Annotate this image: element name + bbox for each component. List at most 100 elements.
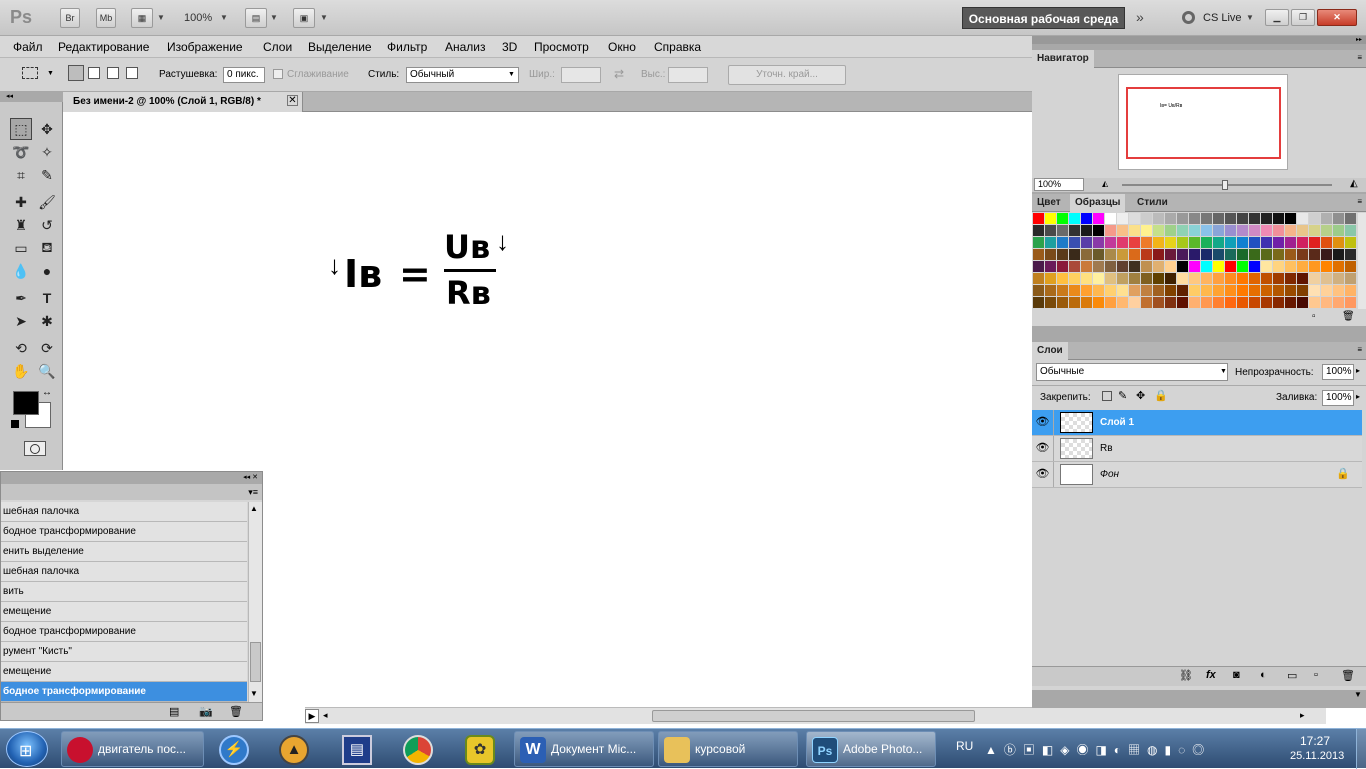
- chevron-right-icon[interactable]: ▸: [1356, 392, 1360, 401]
- close-icon[interactable]: ✕: [287, 95, 298, 106]
- scroll-down-icon[interactable]: ▼: [1350, 690, 1366, 706]
- swatch[interactable]: [1213, 273, 1224, 284]
- swatch[interactable]: [1093, 225, 1104, 236]
- swatch[interactable]: [1177, 285, 1188, 296]
- move-icon[interactable]: ✥: [36, 118, 58, 140]
- width-input[interactable]: [561, 67, 601, 83]
- zoom-slider-thumb[interactable]: [1222, 180, 1228, 190]
- swatch[interactable]: [1213, 225, 1224, 236]
- aimp-icon[interactable]: ▲: [279, 735, 309, 765]
- chevron-down-icon[interactable]: ▼: [157, 13, 165, 22]
- clock-time[interactable]: 17:27: [1300, 734, 1330, 748]
- menu-image[interactable]: Изображение: [167, 36, 243, 58]
- swatch[interactable]: [1225, 297, 1236, 308]
- swatch[interactable]: [1189, 249, 1200, 260]
- swatch[interactable]: [1345, 213, 1356, 224]
- swatch[interactable]: [1213, 261, 1224, 272]
- tab-layers[interactable]: Слои: [1032, 342, 1068, 360]
- swatch[interactable]: [1141, 213, 1152, 224]
- swatch[interactable]: [1129, 213, 1140, 224]
- extras-icon[interactable]: ▦: [131, 8, 153, 28]
- arrange-icon[interactable]: ▤: [245, 8, 267, 28]
- swatch[interactable]: [1285, 261, 1296, 272]
- blend-mode-select[interactable]: Обычные: [1036, 363, 1228, 381]
- type-icon[interactable]: T: [36, 287, 58, 309]
- swatch[interactable]: [1081, 297, 1092, 308]
- tray-icons[interactable]: ▲ⓑ▣◧◈◉◨◐▦◍▮◌◎: [985, 741, 1211, 758]
- layer-name[interactable]: Слой 1: [1100, 417, 1134, 428]
- swatch[interactable]: [1201, 285, 1212, 296]
- foreground-color-swatch[interactable]: [13, 391, 39, 415]
- swatch[interactable]: [1321, 273, 1332, 284]
- swatch[interactable]: [1177, 237, 1188, 248]
- swatch[interactable]: [1225, 237, 1236, 248]
- swatch[interactable]: [1345, 285, 1356, 296]
- swatch[interactable]: [1261, 249, 1272, 260]
- swatch[interactable]: [1033, 273, 1044, 284]
- swatch[interactable]: [1069, 225, 1080, 236]
- adjustment-icon[interactable]: ◐: [1260, 669, 1267, 681]
- swatch[interactable]: [1249, 261, 1260, 272]
- taskbar-item[interactable]: курсовой: [658, 731, 798, 767]
- layer-row[interactable]: 👁 Rв: [1032, 436, 1362, 462]
- swatch[interactable]: [1165, 249, 1176, 260]
- swatch[interactable]: [1165, 225, 1176, 236]
- swatch[interactable]: [1297, 261, 1308, 272]
- screen-mode-icon[interactable]: ▣: [293, 8, 315, 28]
- zoom-level[interactable]: 100%: [184, 12, 212, 24]
- icq-icon[interactable]: ✿: [465, 735, 495, 765]
- swatch[interactable]: [1153, 261, 1164, 272]
- swatch[interactable]: [1069, 213, 1080, 224]
- swatch[interactable]: [1057, 297, 1068, 308]
- start-button[interactable]: ⊞: [6, 731, 48, 767]
- swatch[interactable]: [1189, 237, 1200, 248]
- swatch[interactable]: [1309, 225, 1320, 236]
- swatch[interactable]: [1153, 213, 1164, 224]
- swatch[interactable]: [1201, 273, 1212, 284]
- history-brush-icon[interactable]: ↺: [36, 214, 58, 236]
- menu-file[interactable]: Файл: [13, 36, 43, 58]
- swatch[interactable]: [1345, 225, 1356, 236]
- swatch[interactable]: [1129, 249, 1140, 260]
- scroll-left-icon[interactable]: ◂: [323, 710, 328, 721]
- tab-color[interactable]: Цвет: [1032, 194, 1066, 212]
- swatch[interactable]: [1321, 297, 1332, 308]
- swatch[interactable]: [1273, 249, 1284, 260]
- swatch[interactable]: [1333, 285, 1344, 296]
- lock-all-icon[interactable]: 🔒: [1154, 389, 1168, 402]
- swatch[interactable]: [1081, 213, 1092, 224]
- blur-icon[interactable]: 💧: [10, 260, 32, 282]
- eraser-icon[interactable]: ▭: [10, 237, 32, 259]
- swatch[interactable]: [1105, 285, 1116, 296]
- swatch[interactable]: [1213, 285, 1224, 296]
- swatch[interactable]: [1141, 225, 1152, 236]
- swatch[interactable]: [1225, 273, 1236, 284]
- swatch[interactable]: [1069, 285, 1080, 296]
- swatch[interactable]: [1189, 213, 1200, 224]
- swatch[interactable]: [1129, 261, 1140, 272]
- panel-menu-icon[interactable]: ≡: [1357, 345, 1362, 354]
- default-colors-icon[interactable]: [11, 420, 19, 428]
- swatch[interactable]: [1297, 249, 1308, 260]
- panel-menu-icon[interactable]: ≡: [1357, 197, 1362, 206]
- trash-icon[interactable]: 🗑: [229, 705, 243, 718]
- swatch[interactable]: [1117, 213, 1128, 224]
- language-indicator[interactable]: RU: [956, 739, 973, 753]
- swatch[interactable]: [1105, 297, 1116, 308]
- swatch[interactable]: [1249, 225, 1260, 236]
- panel-menu-icon[interactable]: ▾≡: [1, 484, 262, 500]
- horizontal-scrollbar[interactable]: ▶ ◂ ▸: [305, 707, 1326, 724]
- swatch[interactable]: [1285, 273, 1296, 284]
- swatch[interactable]: [1117, 273, 1128, 284]
- swatch[interactable]: [1309, 261, 1320, 272]
- double-chevron-icon[interactable]: »: [1136, 9, 1144, 25]
- rect-marquee-icon[interactable]: ⬚: [10, 118, 32, 140]
- swatch[interactable]: [1225, 213, 1236, 224]
- swatch[interactable]: [1177, 261, 1188, 272]
- path-select-icon[interactable]: ➤: [10, 310, 32, 332]
- swatch[interactable]: [1105, 249, 1116, 260]
- swatch[interactable]: [1213, 249, 1224, 260]
- swatch[interactable]: [1081, 261, 1092, 272]
- swatch[interactable]: [1129, 297, 1140, 308]
- snapshot-icon[interactable]: ▤: [169, 705, 179, 718]
